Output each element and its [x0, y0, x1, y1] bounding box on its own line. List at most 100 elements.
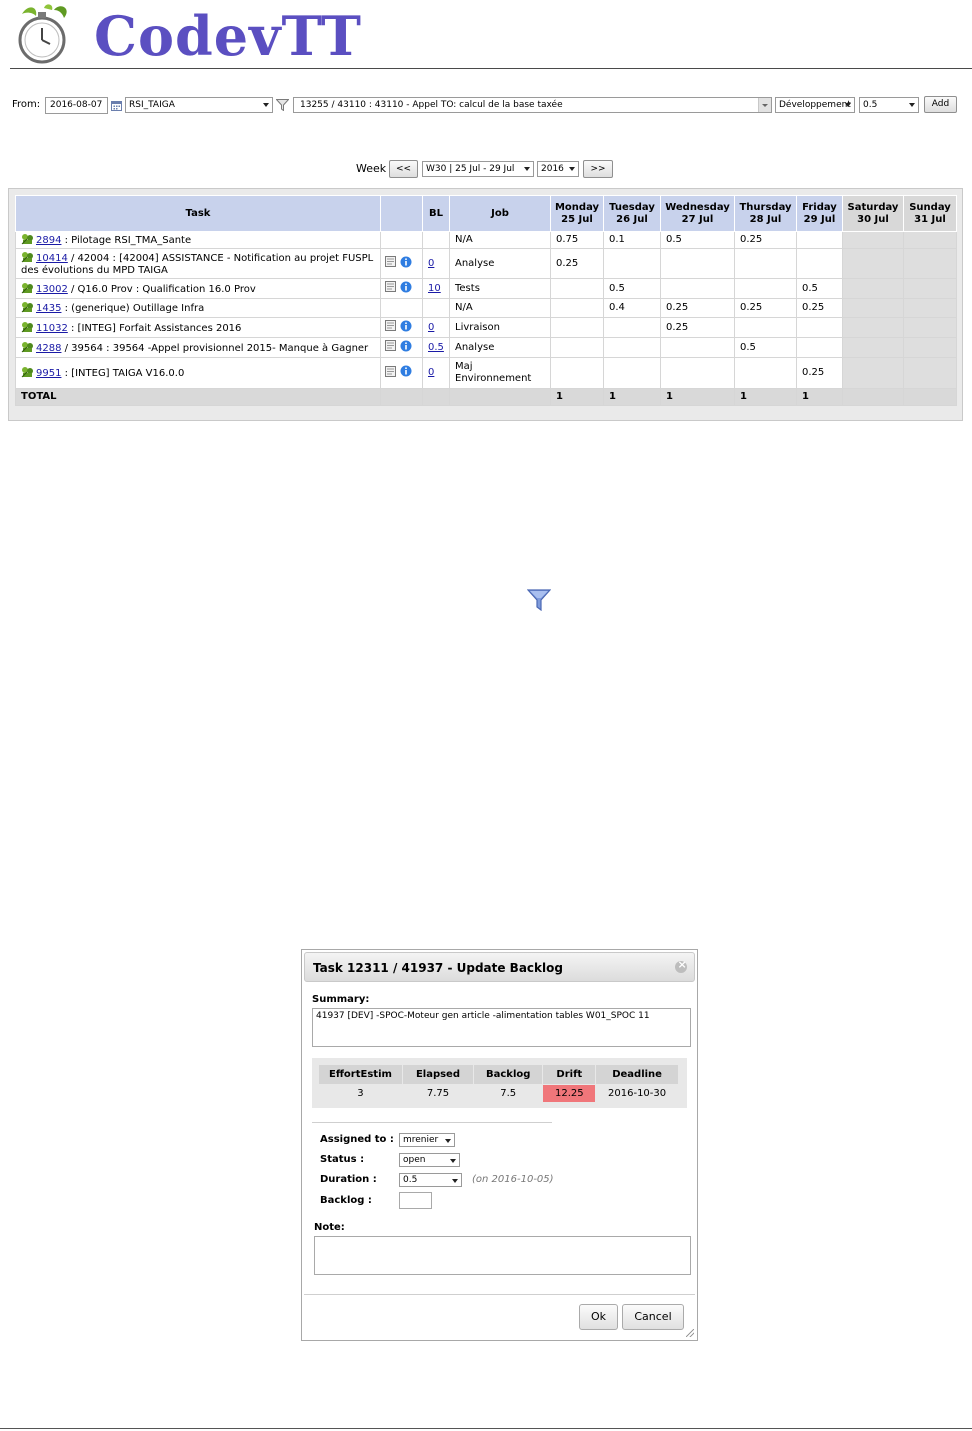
day-cell[interactable] [734, 248, 797, 279]
day-cell[interactable] [660, 357, 735, 389]
day-cell[interactable] [734, 278, 797, 299]
task-description: / 39564 : 39564 -Appel provisionnel 2015… [61, 342, 369, 354]
task-id-link[interactable]: 1435 [36, 303, 61, 314]
week-select[interactable]: W30 | 25 Jul - 29 Jul [422, 161, 534, 177]
task-stats-panel: EffortEstim Elapsed Backlog Drift Deadli… [312, 1058, 687, 1108]
backlog-link[interactable]: 0.5 [428, 342, 444, 353]
ok-button[interactable]: Ok [579, 1304, 618, 1330]
day-cell[interactable] [903, 298, 957, 318]
task-id-link[interactable]: 13002 [36, 284, 68, 295]
next-week-button[interactable]: >> [583, 160, 613, 178]
add-button[interactable]: Add [924, 96, 957, 113]
day-cell[interactable] [796, 337, 843, 358]
day-cell[interactable]: 0.25 [796, 357, 843, 389]
day-cell[interactable]: 0.25 [734, 298, 797, 318]
task-select[interactable]: 13255 / 43110 : 43110 - Appel TO: calcul… [293, 97, 772, 113]
task-id-link[interactable]: 9951 [36, 368, 61, 379]
day-cell[interactable]: 0.5 [734, 337, 797, 358]
day-cell[interactable] [842, 231, 904, 249]
task-id-link[interactable]: 11032 [36, 323, 68, 334]
elapsed-value: 7.75 [401, 1084, 475, 1103]
day-cell[interactable] [842, 317, 904, 338]
info-icon[interactable] [400, 365, 412, 377]
year-select[interactable]: 2016 [537, 161, 579, 177]
day-cell[interactable] [550, 298, 604, 318]
info-icon[interactable] [400, 340, 412, 352]
info-icon[interactable] [400, 256, 412, 268]
day-cell[interactable] [550, 278, 604, 299]
day-cell[interactable] [842, 337, 904, 358]
day-cell[interactable]: 0.5 [796, 278, 843, 299]
summary-textarea[interactable]: 41937 [DEV] -SPOC-Moteur gen article -al… [312, 1008, 691, 1047]
backlog-link[interactable]: 0 [428, 322, 434, 333]
day-cell[interactable]: 0.75 [550, 231, 604, 249]
day-cell[interactable] [842, 248, 904, 279]
info-icon[interactable] [400, 281, 412, 293]
table-row: 9951 : [INTEG] TAIGA V16.0.0 0 Maj Environ… [15, 357, 957, 389]
day-cell[interactable] [734, 317, 797, 338]
edit-note-icon[interactable] [385, 365, 396, 377]
day-cell[interactable] [550, 337, 604, 358]
backlog-link[interactable]: 0 [428, 367, 434, 378]
from-date-input[interactable]: 2016-08-07 [45, 97, 108, 114]
info-icon[interactable] [400, 320, 412, 332]
note-textarea[interactable] [314, 1236, 691, 1275]
day-cell[interactable] [796, 231, 843, 249]
backlog-link[interactable]: 10 [428, 283, 441, 294]
job-select[interactable]: Développement [775, 97, 855, 113]
resize-handle[interactable] [686, 1329, 694, 1337]
filter-icon[interactable] [276, 99, 289, 111]
day-cell[interactable] [842, 278, 904, 299]
assigned-select[interactable]: mrenier [399, 1133, 455, 1147]
day-cell[interactable]: 0.1 [603, 231, 661, 249]
day-cell[interactable] [903, 317, 957, 338]
day-cell[interactable] [603, 248, 661, 279]
day-cell[interactable] [550, 317, 604, 338]
duration-select[interactable]: 0.5 [399, 1173, 462, 1187]
day-cell[interactable] [660, 278, 735, 299]
task-id-link[interactable]: 4288 [36, 343, 61, 354]
day-cell[interactable] [842, 298, 904, 318]
day-cell[interactable] [550, 357, 604, 389]
calendar-icon[interactable] [111, 100, 122, 111]
duration-select[interactable]: 0.5 [859, 97, 919, 113]
previous-week-button[interactable]: << [389, 160, 418, 178]
close-icon[interactable] [675, 958, 687, 973]
task-id-link[interactable]: 2894 [36, 235, 61, 246]
status-select[interactable]: open [399, 1153, 460, 1167]
day-cell[interactable]: 0.4 [603, 298, 661, 318]
day-cell[interactable]: 0.5 [603, 278, 661, 299]
task-id-link[interactable]: 10414 [36, 253, 68, 264]
edit-note-icon[interactable] [385, 340, 396, 352]
day-cell[interactable] [903, 248, 957, 279]
day-cell[interactable] [796, 317, 843, 338]
edit-note-icon[interactable] [385, 320, 396, 332]
day-cell[interactable]: 0.25 [550, 248, 604, 279]
day-cell[interactable] [734, 357, 797, 389]
day-cell[interactable] [603, 317, 661, 338]
day-cell[interactable]: 0.25 [660, 298, 735, 318]
backlog-input[interactable] [399, 1192, 432, 1209]
backlog-link[interactable]: 0 [428, 258, 434, 269]
filter-icon[interactable] [527, 589, 551, 611]
day-cell[interactable]: 0.25 [660, 317, 735, 338]
cancel-button[interactable]: Cancel [622, 1304, 684, 1330]
day-cell[interactable] [903, 357, 957, 389]
day-cell[interactable] [903, 278, 957, 299]
edit-note-icon[interactable] [385, 256, 396, 268]
task-cell: 1435 : (generique) Outillage Infra [15, 298, 381, 318]
day-cell[interactable] [903, 337, 957, 358]
day-cell[interactable] [842, 357, 904, 389]
week-label: Week [356, 162, 387, 175]
day-cell[interactable]: 0.5 [660, 231, 735, 249]
edit-note-icon[interactable] [385, 281, 396, 293]
day-cell[interactable] [660, 337, 735, 358]
day-cell[interactable]: 0.25 [796, 298, 843, 318]
day-cell[interactable] [603, 357, 661, 389]
day-cell[interactable] [603, 337, 661, 358]
day-cell[interactable]: 0.25 [734, 231, 797, 249]
day-cell[interactable] [796, 248, 843, 279]
day-cell[interactable] [660, 248, 735, 279]
day-cell[interactable] [903, 231, 957, 249]
project-select[interactable]: RSI_TAIGA [125, 97, 273, 113]
